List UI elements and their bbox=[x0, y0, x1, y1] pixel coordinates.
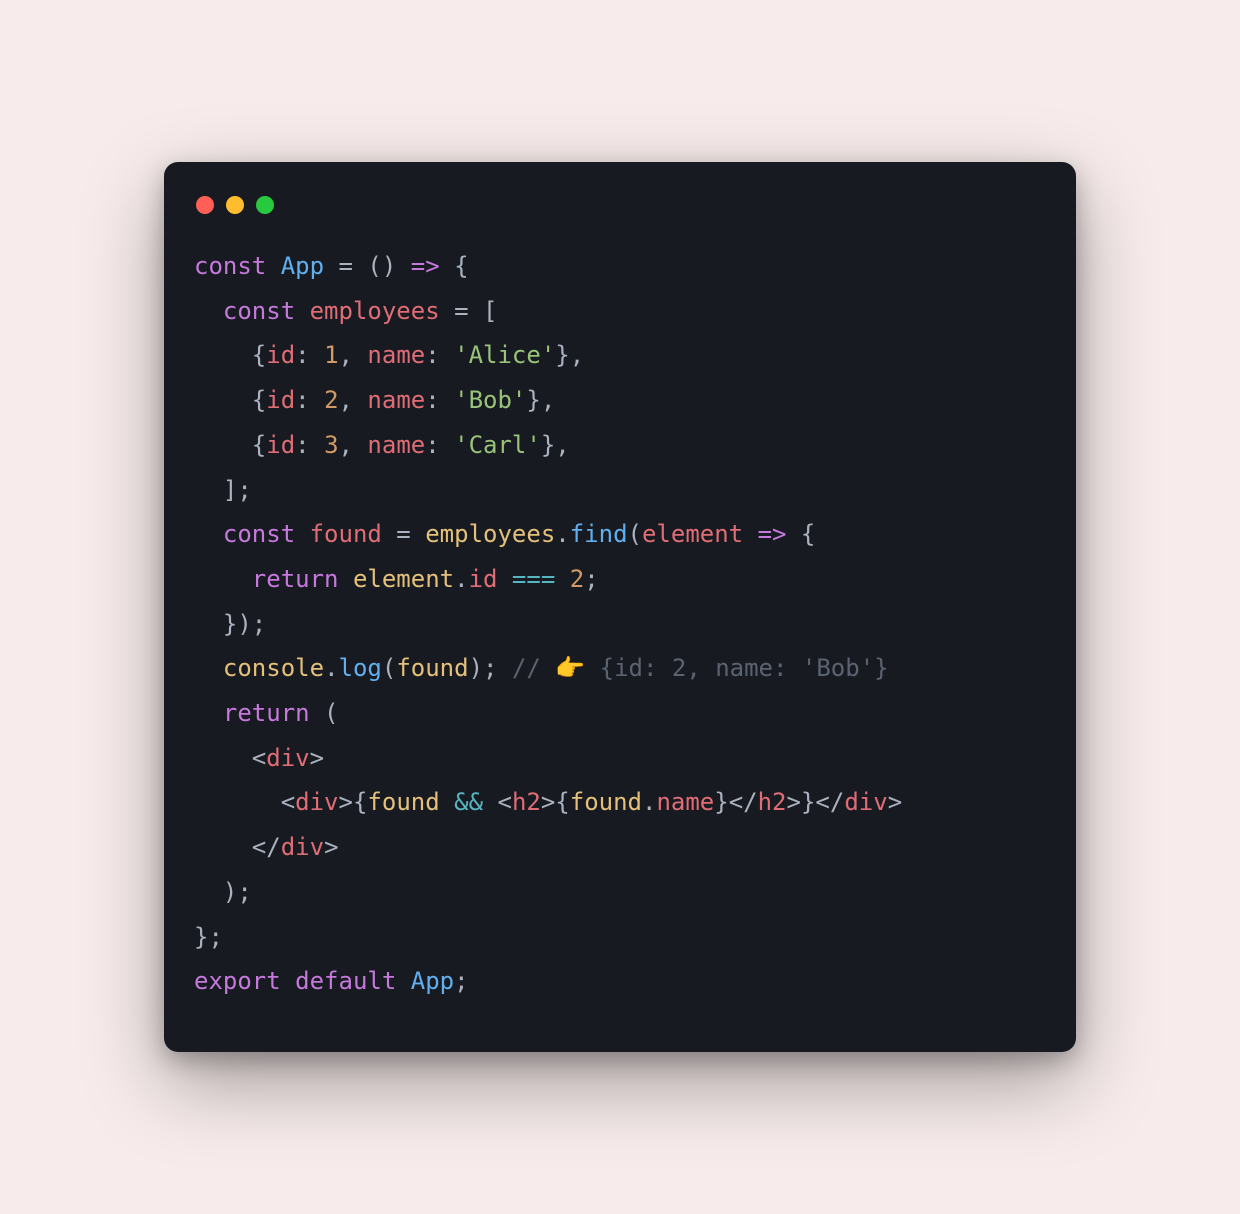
close-icon[interactable] bbox=[196, 196, 214, 214]
code-line: <div> bbox=[194, 744, 324, 772]
code-line: const App = () => { bbox=[194, 252, 469, 280]
code-line: return element.id === 2; bbox=[194, 565, 599, 593]
code-line: <div>{found && <h2>{found.name}</h2>}</d… bbox=[194, 788, 902, 816]
code-line: {id: 2, name: 'Bob'}, bbox=[194, 386, 555, 414]
code-line: export default App; bbox=[194, 967, 469, 995]
code-window: const App = () => { const employees = [ … bbox=[164, 162, 1076, 1052]
code-line: ]; bbox=[194, 476, 252, 504]
code-line: const employees = [ bbox=[194, 297, 497, 325]
code-line: console.log(found); // 👉️ {id: 2, name: … bbox=[194, 654, 889, 682]
code-line: }; bbox=[194, 923, 223, 951]
code-line: ); bbox=[194, 878, 252, 906]
maximize-icon[interactable] bbox=[256, 196, 274, 214]
minimize-icon[interactable] bbox=[226, 196, 244, 214]
window-traffic-lights bbox=[194, 190, 1046, 244]
code-line: }); bbox=[194, 610, 266, 638]
code-line: return ( bbox=[194, 699, 339, 727]
code-line: </div> bbox=[194, 833, 339, 861]
code-line: const found = employees.find(element => … bbox=[194, 520, 815, 548]
code-block: const App = () => { const employees = [ … bbox=[194, 244, 1046, 1004]
code-line: {id: 1, name: 'Alice'}, bbox=[194, 341, 584, 369]
code-line: {id: 3, name: 'Carl'}, bbox=[194, 431, 570, 459]
